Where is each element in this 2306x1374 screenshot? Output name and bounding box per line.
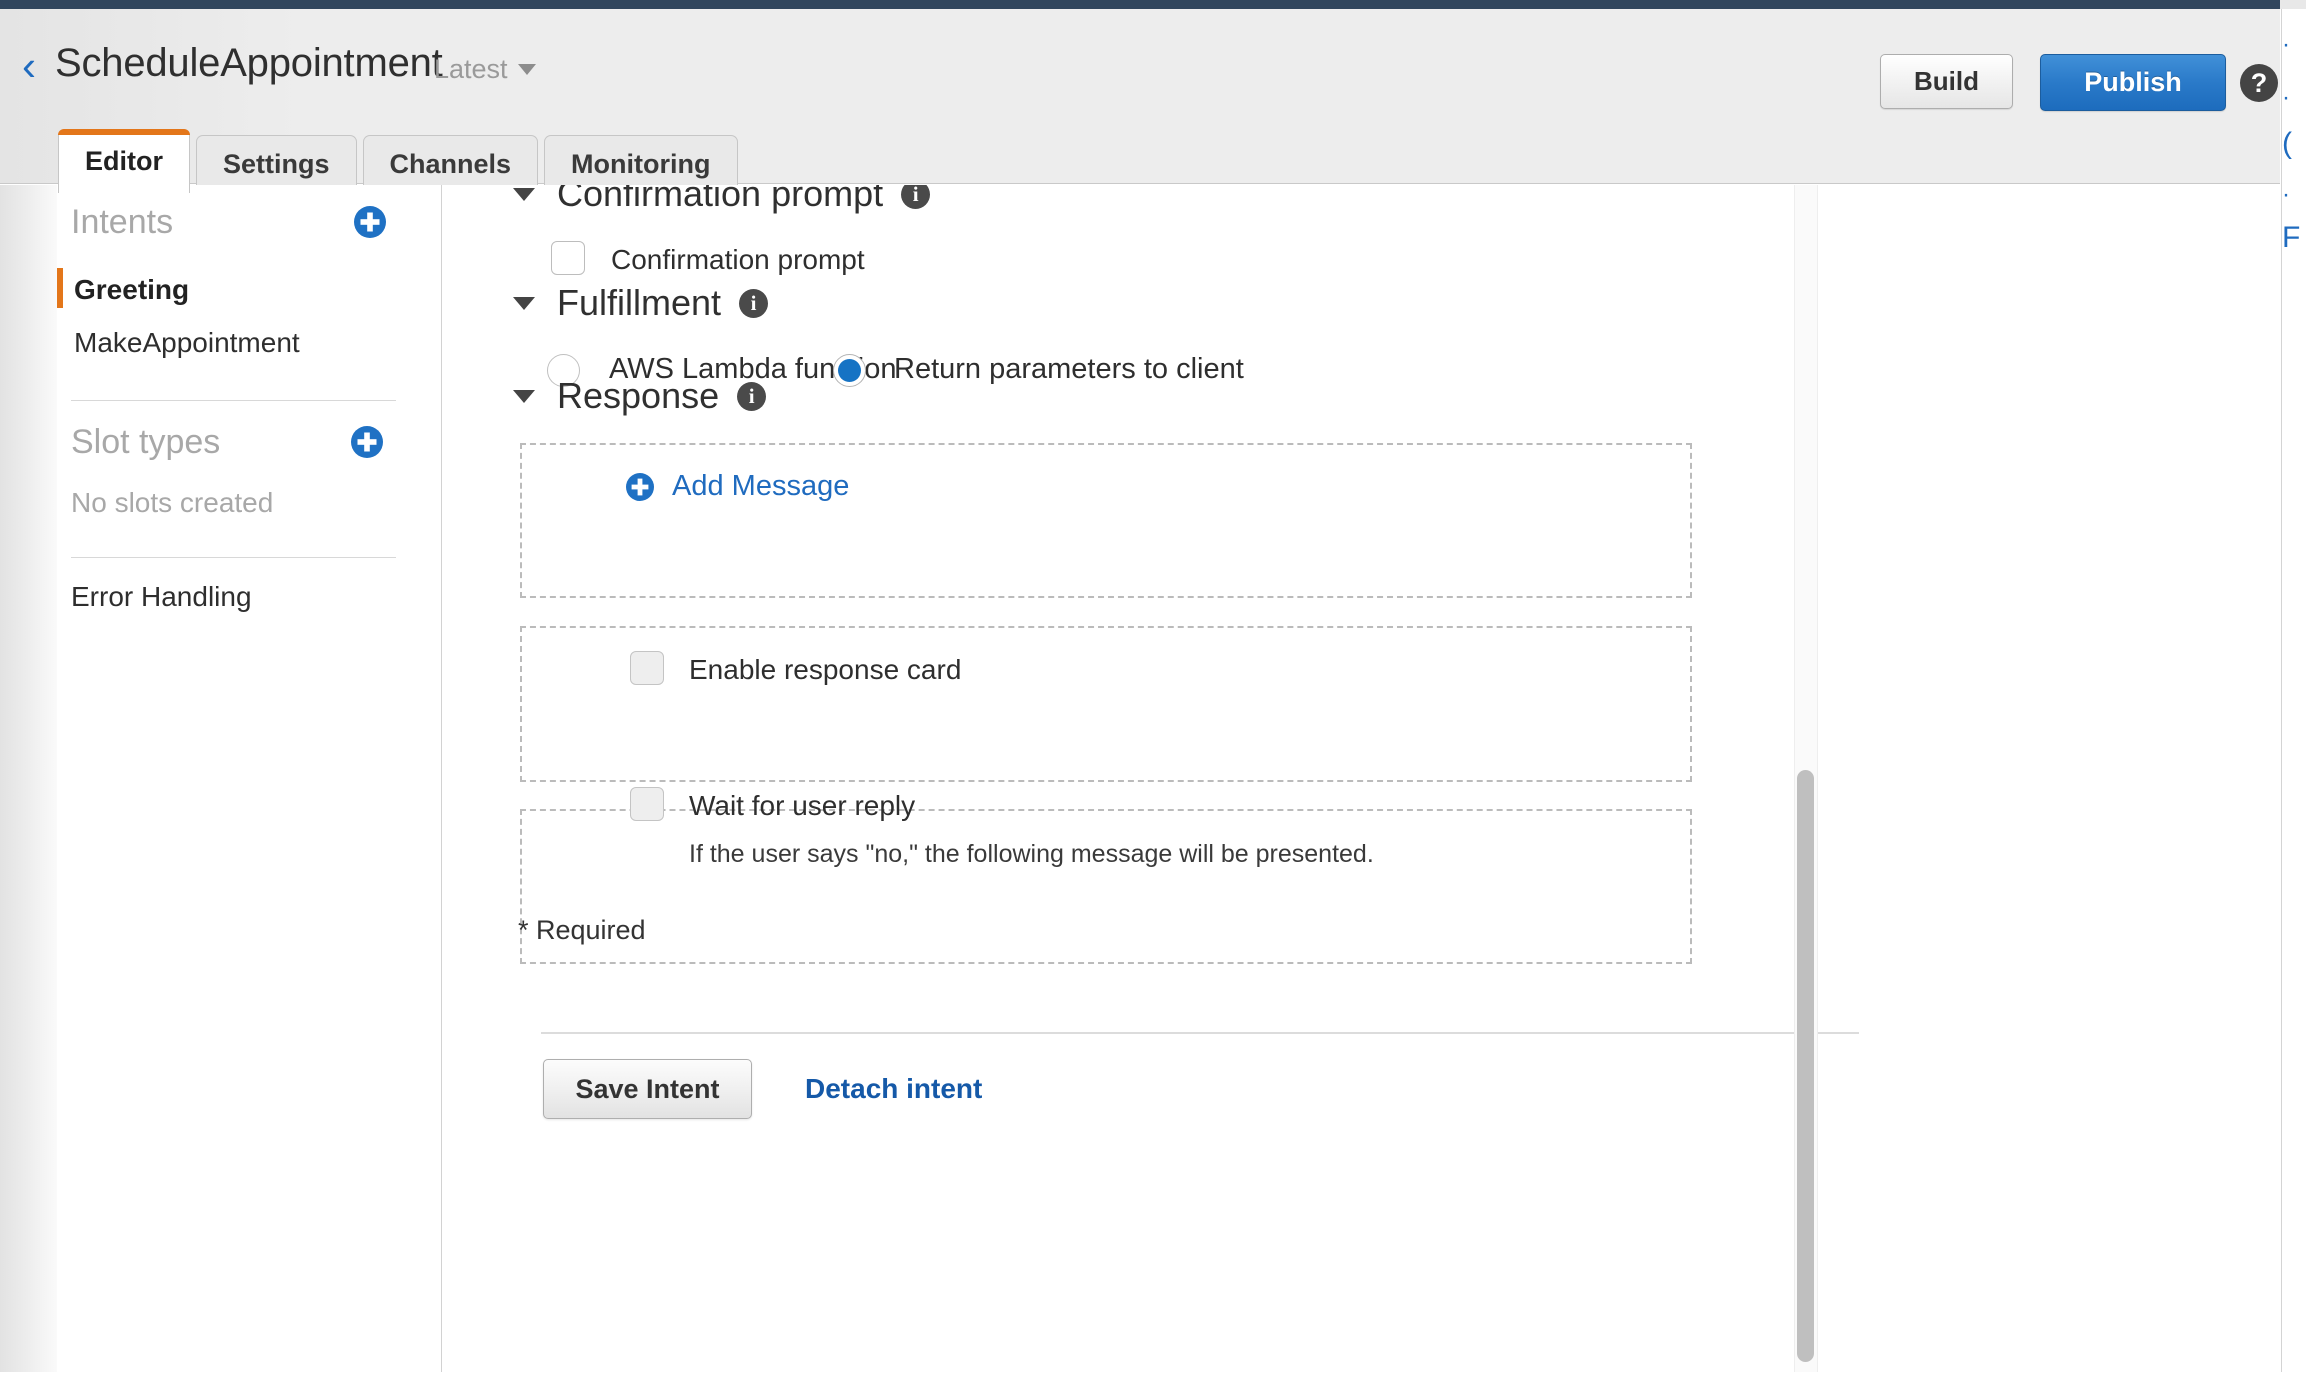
section-title: Fulfillment <box>557 282 722 323</box>
sidebar-heading-intents: Intents <box>71 203 174 241</box>
sidebar-divider-2 <box>71 557 396 558</box>
left-gutter <box>0 185 57 1374</box>
chevron-left-icon[interactable]: ‹ <box>22 45 48 87</box>
sidebar-item-label: Error Handling <box>71 581 252 612</box>
info-icon[interactable]: i <box>737 381 767 411</box>
sidebar-item-error-handling[interactable]: Error Handling <box>71 581 252 613</box>
main-tabs: Editor Settings Channels Monitoring <box>58 129 738 195</box>
info-icon[interactable]: i <box>901 185 931 209</box>
confirmation-prompt-checkbox[interactable] <box>551 241 585 275</box>
sidebar-item-label: MakeAppointment <box>74 327 300 358</box>
sidebar-empty-slots-message: No slots created <box>71 487 274 518</box>
add-intent-button[interactable] <box>353 205 387 239</box>
section-title: Confirmation prompt <box>557 185 884 214</box>
save-intent-button[interactable]: Save Intent <box>543 1059 752 1119</box>
fulfillment-section-header: Fulfillment i <box>513 282 769 324</box>
add-message-label: Add Message <box>672 470 850 502</box>
required-note: * Required <box>518 915 646 945</box>
actions-divider <box>541 1032 1859 1034</box>
wait-for-user-reply-label: Wait for user reply <box>689 790 916 821</box>
sidebar-item-greeting[interactable]: Greeting <box>57 268 190 308</box>
wait-for-user-reply-checkbox[interactable] <box>630 787 664 821</box>
page-title: ScheduleAppointment <box>55 41 443 85</box>
right-side-panel-clipped: · · ( · F <box>2281 9 2306 1374</box>
response-section-header: Response i <box>513 375 767 417</box>
sidebar-item-makeappointment[interactable]: MakeAppointment <box>74 327 300 359</box>
detach-intent-link[interactable]: Detach intent <box>805 1073 982 1105</box>
version-label: Latest <box>434 54 508 84</box>
info-icon[interactable]: i <box>739 288 769 318</box>
tab-editor[interactable]: Editor <box>58 129 190 195</box>
confirmation-prompt-checkbox-label: Confirmation prompt <box>611 244 865 275</box>
lex-console-page: ‹ ScheduleAppointment Latest Build Publi… <box>0 0 2306 1374</box>
intent-editor-pane: Confirmation prompt i Confirmation promp… <box>443 185 2280 1374</box>
top-nav-strip-right-filler <box>2280 0 2306 9</box>
sidebar-divider-1 <box>71 400 396 401</box>
confirmation-prompt-section-header: Confirmation prompt i <box>513 185 931 215</box>
fulfillment-radio-return-params[interactable] <box>833 354 866 387</box>
help-icon[interactable]: ? <box>2240 64 2278 102</box>
sidebar-item-label: Greeting <box>74 274 190 305</box>
add-slot-type-button[interactable] <box>350 425 384 459</box>
plus-circle-icon <box>351 426 383 458</box>
plus-circle-icon <box>354 206 386 238</box>
right-panel-fragment[interactable]: F <box>2282 221 2300 255</box>
plus-circle-icon <box>626 472 654 501</box>
right-panel-fragment[interactable]: · <box>2282 31 2290 59</box>
enable-response-card-checkbox[interactable] <box>630 651 664 685</box>
sidebar: Intents Greeting MakeAppointment Slot ty… <box>57 185 442 1374</box>
selected-indicator-bar <box>57 268 63 308</box>
response-messages-box <box>520 443 1692 598</box>
body-area: Intents Greeting MakeAppointment Slot ty… <box>0 185 2280 1374</box>
build-button[interactable]: Build <box>1880 54 2013 109</box>
enable-response-card-label: Enable response card <box>689 654 962 685</box>
right-panel-fragment[interactable]: · <box>2282 84 2290 112</box>
caret-down-icon[interactable] <box>513 187 535 201</box>
wait-for-reply-box <box>520 809 1692 964</box>
add-message-button[interactable]: Add Message <box>625 470 849 503</box>
fulfillment-radio-return-params-label: Return parameters to client <box>894 353 1244 385</box>
caret-down-icon[interactable] <box>513 296 535 310</box>
top-nav-strip <box>0 0 2306 9</box>
response-card-box <box>520 626 1692 782</box>
right-panel-fragment[interactable]: ( <box>2282 127 2292 161</box>
sidebar-heading-slot-types: Slot types <box>71 423 221 461</box>
publish-button[interactable]: Publish <box>2040 54 2226 111</box>
chevron-down-icon <box>517 64 536 75</box>
right-panel-fragment[interactable]: · <box>2282 181 2290 209</box>
section-title: Response <box>557 375 720 416</box>
wait-for-user-reply-description: If the user says "no," the following mes… <box>689 840 1374 868</box>
content-scrollbar-thumb[interactable] <box>1797 770 1814 1362</box>
caret-down-icon[interactable] <box>513 389 535 403</box>
page-header: ‹ ScheduleAppointment Latest Build Publi… <box>0 9 2280 195</box>
version-dropdown[interactable]: Latest <box>434 53 536 85</box>
